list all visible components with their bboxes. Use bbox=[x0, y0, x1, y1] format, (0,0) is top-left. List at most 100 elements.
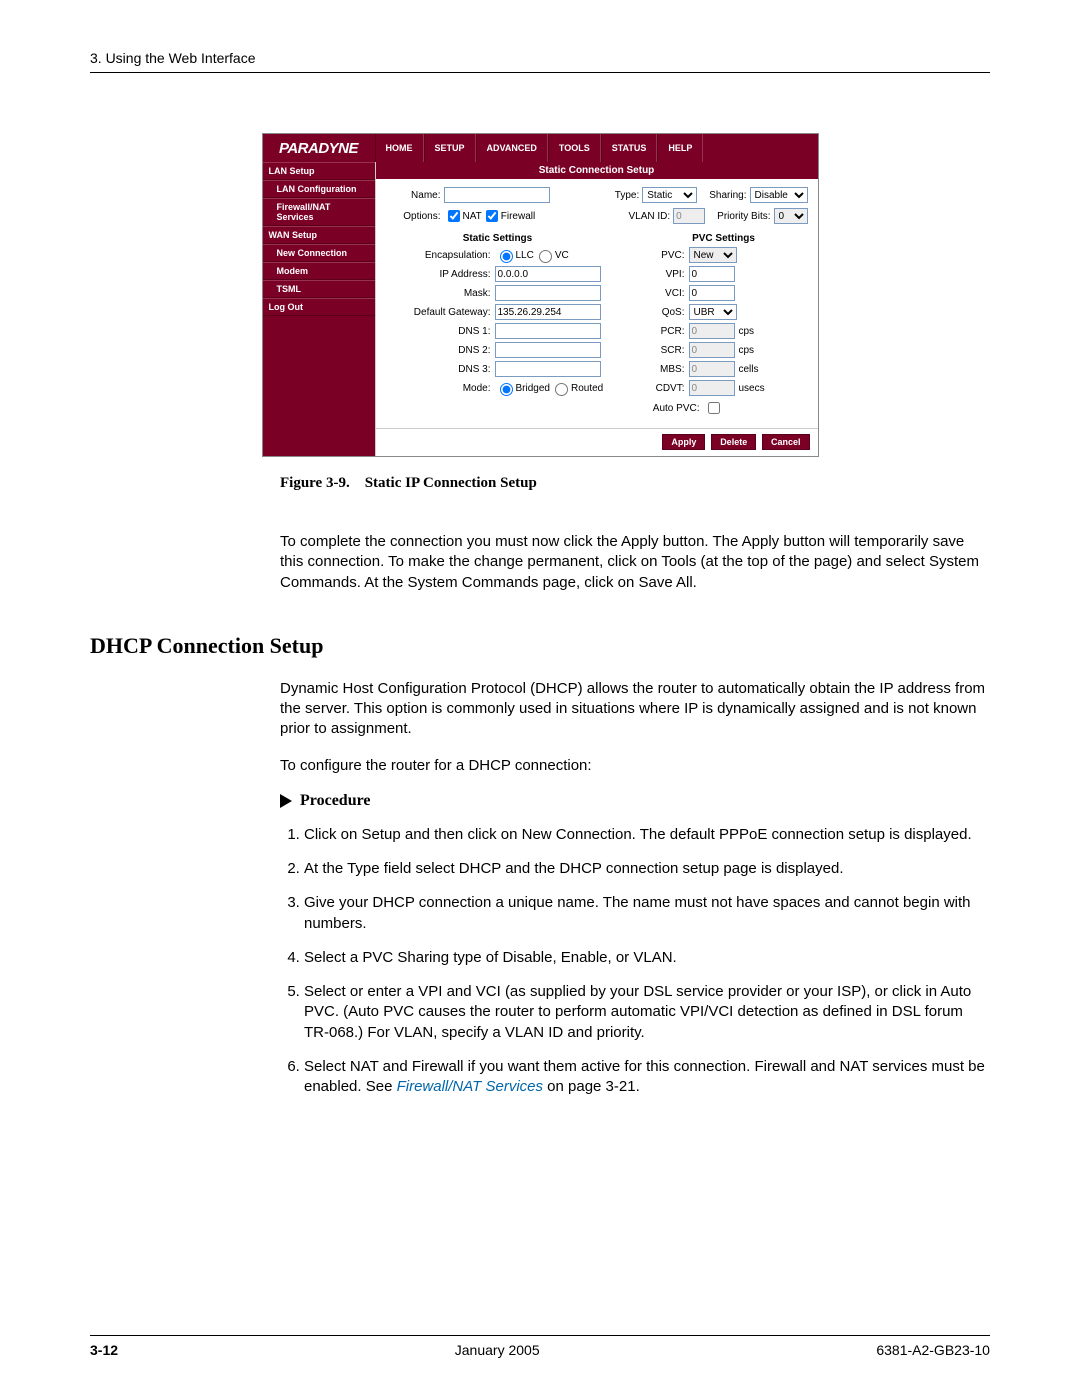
nat-checkbox[interactable] bbox=[448, 210, 460, 222]
scr-label: SCR: bbox=[640, 345, 689, 356]
cdvt-label: CDVT: bbox=[640, 383, 689, 394]
firewall-label: Firewall bbox=[501, 211, 535, 222]
vlan-input[interactable] bbox=[673, 208, 705, 224]
encap-label: Encapsulation: bbox=[386, 250, 495, 261]
sidebar-head-lan: LAN Setup bbox=[263, 162, 375, 180]
chapter-header: 3. Using the Web Interface bbox=[90, 50, 990, 66]
vci-label: VCI: bbox=[640, 288, 689, 299]
priority-label: Priority Bits: bbox=[717, 211, 773, 222]
pcr-unit: cps bbox=[739, 326, 755, 337]
mode-routed-label: Routed bbox=[571, 383, 603, 394]
paragraph-2: Dynamic Host Configuration Protocol (DHC… bbox=[280, 679, 990, 740]
procedure-list: Click on Setup and then click on New Con… bbox=[280, 825, 990, 1098]
options-label: Options: bbox=[386, 211, 444, 222]
autopvc-label: Auto PVC: bbox=[640, 403, 704, 414]
pcr-input[interactable] bbox=[689, 323, 735, 339]
scr-input[interactable] bbox=[689, 342, 735, 358]
procedure-heading: Procedure bbox=[280, 792, 990, 810]
nav-advanced[interactable]: ADVANCED bbox=[476, 134, 548, 162]
type-select[interactable]: Static bbox=[642, 187, 697, 203]
encap-vc-label: VC bbox=[555, 250, 569, 261]
qos-label: QoS: bbox=[640, 307, 689, 318]
page-footer: 3-12 January 2005 6381-A2-GB23-10 bbox=[90, 1335, 990, 1358]
brand-logo: PARADYNE bbox=[263, 134, 375, 162]
mode-routed-radio[interactable] bbox=[555, 383, 568, 396]
dns3-input[interactable] bbox=[495, 361, 601, 377]
sidebar-item-firewall[interactable]: Firewall/NAT Services bbox=[263, 198, 375, 226]
nav-home[interactable]: HOME bbox=[375, 134, 424, 162]
pvc-label: PVC: bbox=[640, 250, 689, 261]
mode-bridged-label: Bridged bbox=[516, 383, 550, 394]
autopvc-checkbox[interactable] bbox=[708, 402, 720, 414]
nav-setup[interactable]: SETUP bbox=[424, 134, 476, 162]
vpi-label: VPI: bbox=[640, 269, 689, 280]
pvc-settings-title: PVC Settings bbox=[640, 233, 808, 244]
step-4: Select a PVC Sharing type of Disable, En… bbox=[304, 948, 990, 968]
firewall-link[interactable]: Firewall/NAT Services bbox=[397, 1078, 543, 1095]
paragraph-3: To configure the router for a DHCP conne… bbox=[280, 756, 990, 776]
gw-label: Default Gateway: bbox=[386, 307, 495, 318]
pcr-label: PCR: bbox=[640, 326, 689, 337]
gw-input[interactable] bbox=[495, 304, 601, 320]
main-panel: Static Connection Setup Name: Type: Stat… bbox=[375, 162, 818, 456]
section-heading-dhcp: DHCP Connection Setup bbox=[90, 633, 990, 659]
vpi-input[interactable] bbox=[689, 266, 735, 282]
mask-label: Mask: bbox=[386, 288, 495, 299]
step-3: Give your DHCP connection a unique name.… bbox=[304, 893, 990, 934]
encap-llc-label: LLC bbox=[516, 250, 534, 261]
panel-title: Static Connection Setup bbox=[376, 162, 818, 179]
sharing-select[interactable]: Disable bbox=[750, 187, 808, 203]
vci-input[interactable] bbox=[689, 285, 735, 301]
dns2-label: DNS 2: bbox=[386, 345, 495, 356]
dns2-input[interactable] bbox=[495, 342, 601, 358]
ip-input[interactable] bbox=[495, 266, 601, 282]
screenshot-figure: PARADYNE HOME SETUP ADVANCED TOOLS STATU… bbox=[262, 133, 819, 457]
apply-button[interactable]: Apply bbox=[662, 434, 705, 450]
button-row: Apply Delete Cancel bbox=[376, 428, 818, 455]
sidebar: LAN Setup LAN Configuration Firewall/NAT… bbox=[263, 162, 375, 456]
cancel-button[interactable]: Cancel bbox=[762, 434, 810, 450]
dns1-input[interactable] bbox=[495, 323, 601, 339]
nav-status[interactable]: STATUS bbox=[601, 134, 658, 162]
dns3-label: DNS 3: bbox=[386, 364, 495, 375]
encap-vc-radio[interactable] bbox=[539, 250, 552, 263]
cdvt-unit: usecs bbox=[739, 383, 765, 394]
cdvt-input[interactable] bbox=[689, 380, 735, 396]
mask-input[interactable] bbox=[495, 285, 601, 301]
static-settings-title: Static Settings bbox=[386, 233, 610, 244]
delete-button[interactable]: Delete bbox=[711, 434, 756, 450]
mbs-input[interactable] bbox=[689, 361, 735, 377]
top-nav: PARADYNE HOME SETUP ADVANCED TOOLS STATU… bbox=[263, 134, 818, 162]
sidebar-item-modem[interactable]: Modem bbox=[263, 262, 375, 280]
priority-select[interactable]: 0 bbox=[774, 208, 808, 224]
name-input[interactable] bbox=[444, 187, 550, 203]
mode-label: Mode: bbox=[386, 383, 495, 394]
arrow-right-icon bbox=[280, 794, 292, 808]
page-number: 3-12 bbox=[90, 1342, 118, 1358]
encap-llc-radio[interactable] bbox=[500, 250, 513, 263]
dns1-label: DNS 1: bbox=[386, 326, 495, 337]
name-label: Name: bbox=[386, 190, 444, 201]
sidebar-head-wan: WAN Setup bbox=[263, 226, 375, 244]
ip-label: IP Address: bbox=[386, 269, 495, 280]
sidebar-item-lan-config[interactable]: LAN Configuration bbox=[263, 180, 375, 198]
type-label: Type: bbox=[615, 190, 642, 201]
paragraph-1: To complete the connection you must now … bbox=[280, 532, 990, 593]
mbs-label: MBS: bbox=[640, 364, 689, 375]
pvc-select[interactable]: New bbox=[689, 247, 737, 263]
sidebar-item-new-conn[interactable]: New Connection bbox=[263, 244, 375, 262]
mode-bridged-radio[interactable] bbox=[500, 383, 513, 396]
step-2: At the Type field select DHCP and the DH… bbox=[304, 859, 990, 879]
firewall-checkbox[interactable] bbox=[486, 210, 498, 222]
step-5: Select or enter a VPI and VCI (as suppli… bbox=[304, 982, 990, 1043]
nav-tools[interactable]: TOOLS bbox=[548, 134, 601, 162]
qos-select[interactable]: UBR bbox=[689, 304, 737, 320]
sidebar-item-tsml[interactable]: TSML bbox=[263, 280, 375, 298]
figure-caption: Figure 3-9. Static IP Connection Setup bbox=[280, 475, 990, 492]
sidebar-item-logout[interactable]: Log Out bbox=[263, 298, 375, 316]
mbs-unit: cells bbox=[739, 364, 759, 375]
procedure-label: Procedure bbox=[300, 792, 371, 810]
nav-help[interactable]: HELP bbox=[657, 134, 703, 162]
scr-unit: cps bbox=[739, 345, 755, 356]
footer-date: January 2005 bbox=[455, 1342, 540, 1358]
